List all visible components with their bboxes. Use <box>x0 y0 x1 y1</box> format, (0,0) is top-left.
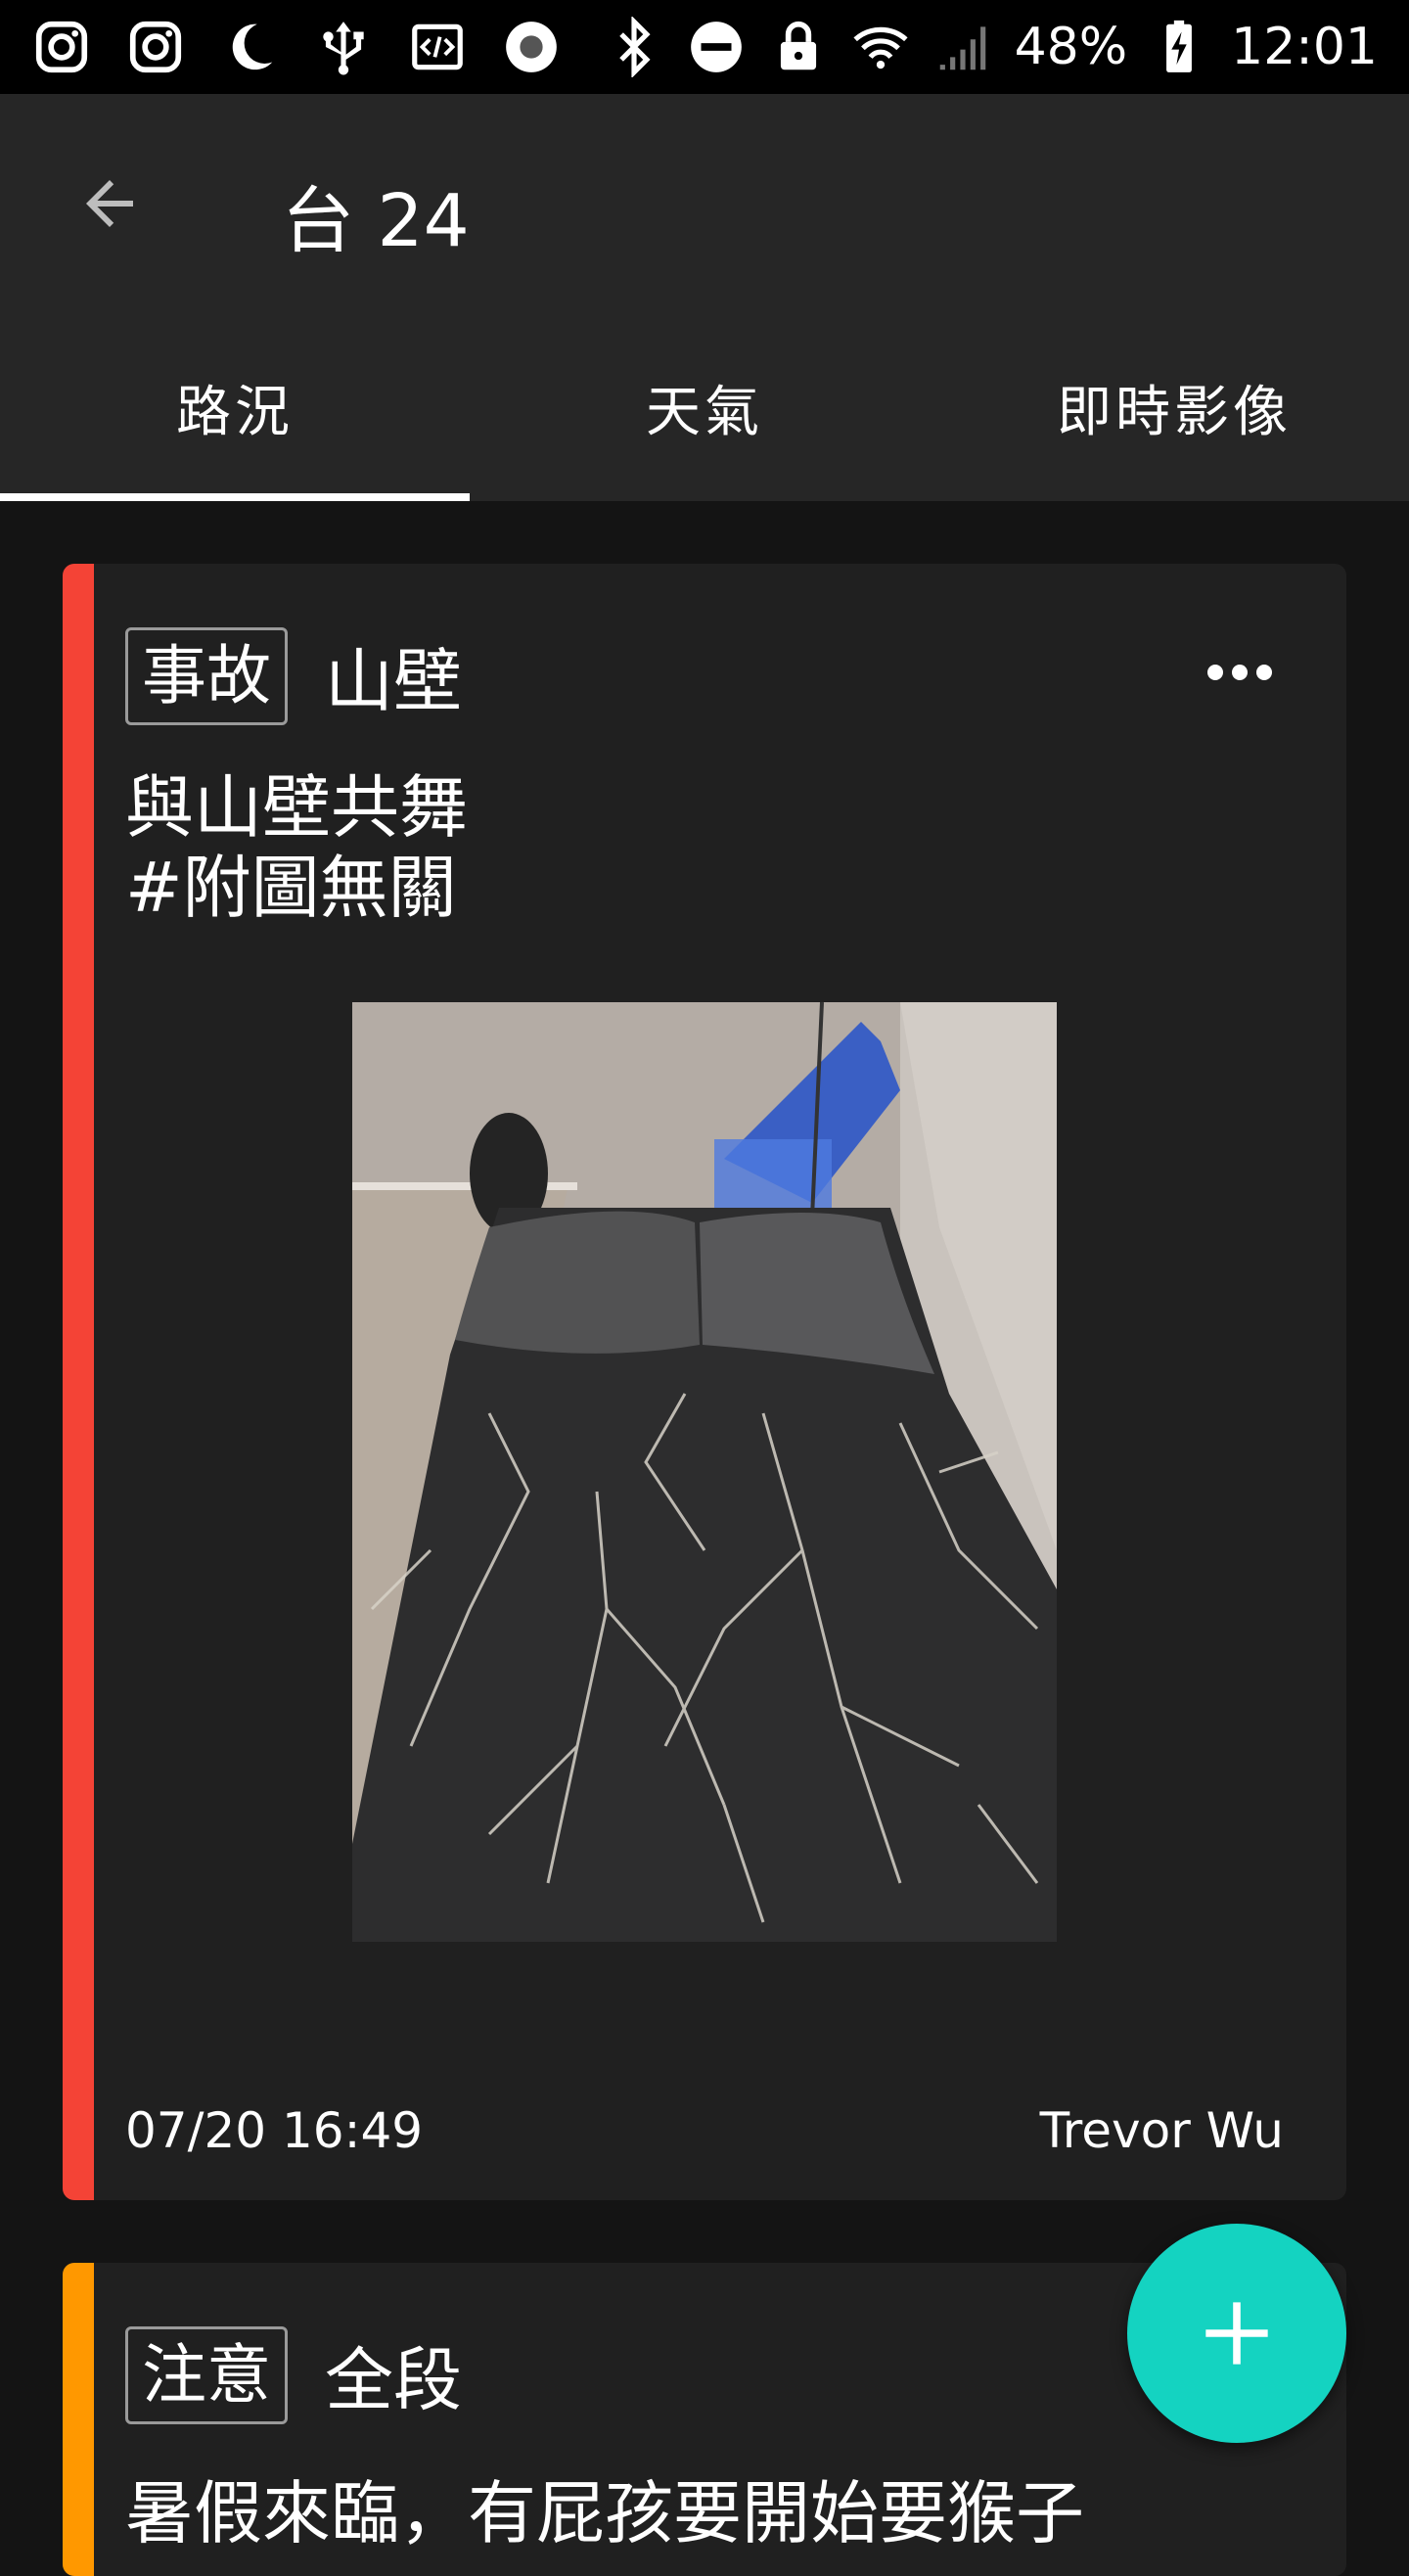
description-line: 與山壁共舞 <box>125 767 468 848</box>
card-accent-stripe <box>63 564 94 2200</box>
plus-icon <box>1205 2302 1268 2365</box>
page-title: 台 24 <box>282 179 470 263</box>
app-bar: 台 24 <box>0 94 1409 313</box>
tab-weather[interactable]: 天氣 <box>470 313 939 501</box>
more-options-button[interactable] <box>1196 648 1284 697</box>
lock-icon <box>768 17 829 77</box>
location-label: 山壁 <box>325 641 462 721</box>
arrow-back-icon <box>86 180 133 227</box>
wifi-icon <box>850 17 911 77</box>
signal-icon <box>932 17 993 77</box>
add-report-button[interactable] <box>1127 2224 1346 2443</box>
code-icon <box>407 17 468 77</box>
back-button[interactable] <box>59 153 160 254</box>
bluetooth-icon <box>604 17 664 77</box>
do-not-disturb-icon <box>686 17 747 77</box>
report-card[interactable]: 事故 山壁 與山壁共舞 #附圖無關 07/20 16:49 Trevor Wu <box>63 564 1346 2200</box>
battery-charging-icon <box>1149 17 1209 77</box>
report-photo[interactable] <box>352 1002 1057 1942</box>
instagram-icon <box>125 17 186 77</box>
instagram-icon <box>31 17 92 77</box>
report-description: 暑假來臨，有屁孩要開始要猴子 <box>125 2473 1084 2553</box>
category-tag: 事故 <box>125 626 288 725</box>
usb-icon <box>313 17 374 77</box>
category-tag: 注意 <box>125 2325 288 2424</box>
card-accent-stripe <box>63 2263 94 2576</box>
card-header: 事故 山壁 <box>125 626 462 725</box>
tab-live-video[interactable]: 即時影像 <box>939 313 1409 501</box>
description-line: #附圖無關 <box>125 848 457 928</box>
record-icon <box>501 17 562 77</box>
tab-bar: 路況 天氣 即時影像 <box>0 313 1409 501</box>
location-label: 全段 <box>325 2340 462 2420</box>
clock: 12:01 <box>1231 18 1378 76</box>
battery-percentage: 48% <box>1014 18 1128 76</box>
status-bar: 48% 12:01 <box>0 0 1409 94</box>
report-timestamp: 07/20 16:49 <box>125 2102 424 2159</box>
moon-icon <box>219 17 280 77</box>
more-horizontal-icon <box>1207 665 1272 680</box>
tab-traffic[interactable]: 路況 <box>0 313 470 501</box>
report-description: 與山壁共舞 #附圖無關 <box>125 767 468 928</box>
report-author: Trevor Wu <box>1039 2102 1284 2159</box>
card-header: 注意 全段 <box>125 2325 462 2424</box>
